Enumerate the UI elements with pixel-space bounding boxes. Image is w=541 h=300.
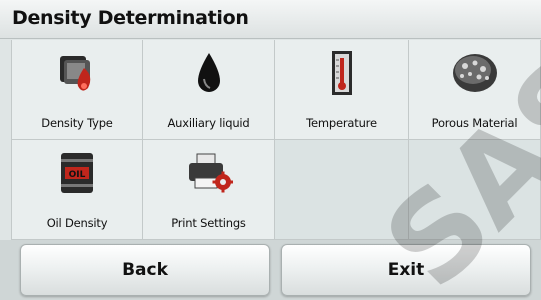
tile-print-settings[interactable]: Print Settings <box>143 140 275 240</box>
empty-tile <box>409 140 541 240</box>
tile-label: Temperature <box>306 116 377 130</box>
density-type-icon <box>52 50 102 96</box>
tile-density-type[interactable]: Density Type <box>11 40 143 140</box>
tile-oil-density[interactable]: OIL Oil Density <box>11 140 143 240</box>
density-determination-screen: Density Determination Density Type Auxil… <box>0 0 541 300</box>
tile-label: Oil Density <box>46 216 108 230</box>
empty-tile <box>275 140 409 240</box>
exit-button[interactable]: Exit <box>281 244 531 296</box>
tile-label: Density Type <box>41 116 113 130</box>
tile-temperature[interactable]: Temperature <box>275 40 409 140</box>
back-button[interactable]: Back <box>20 244 270 296</box>
printer-settings-icon <box>184 150 234 196</box>
tile-auxiliary-liquid[interactable]: Auxiliary liquid <box>143 40 275 140</box>
oil-barrel-icon: OIL <box>52 150 102 196</box>
thermometer-icon <box>317 50 367 96</box>
title-bar: Density Determination <box>0 0 541 39</box>
tile-label: Auxiliary liquid <box>167 116 250 130</box>
porous-stone-icon <box>450 50 500 96</box>
page-title: Density Determination <box>12 7 249 29</box>
menu-grid: Density Type Auxiliary liquid Temperatur… <box>11 40 541 240</box>
tile-label: Porous Material <box>431 116 518 130</box>
tile-label: Print Settings <box>171 216 246 230</box>
liquid-drop-icon <box>184 50 234 96</box>
tile-porous-material[interactable]: Porous Material <box>409 40 541 140</box>
oil-badge-text: OIL <box>69 170 86 180</box>
